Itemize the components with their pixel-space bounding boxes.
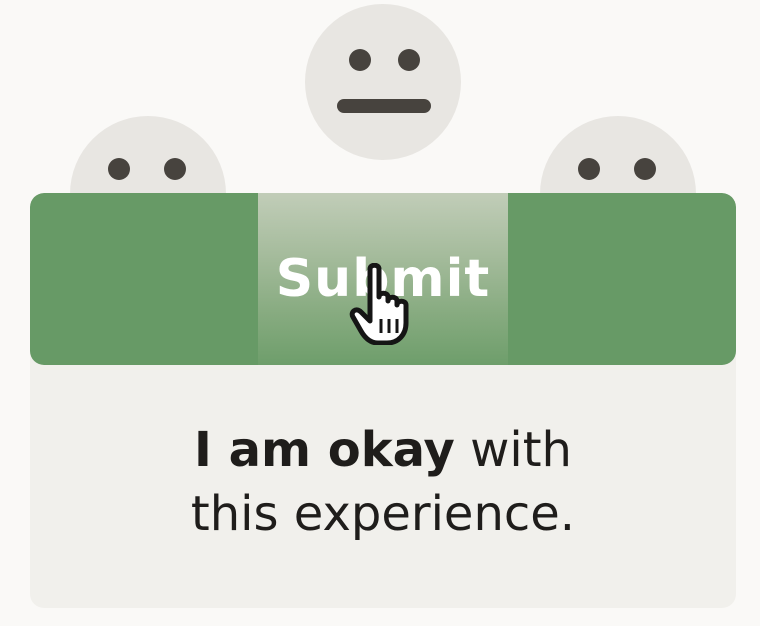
flat-mouth bbox=[337, 99, 431, 113]
left-eye bbox=[108, 158, 130, 180]
message-line1-rest: with bbox=[454, 422, 572, 478]
feedback-message: I am okay with this experience. bbox=[30, 418, 736, 546]
message-line2: this experience. bbox=[190, 486, 576, 542]
left-eye bbox=[349, 49, 371, 71]
message-emphasis: I am okay bbox=[194, 422, 455, 478]
right-eye bbox=[634, 158, 656, 180]
right-eye bbox=[398, 49, 420, 71]
neutral-face-icon bbox=[305, 4, 461, 160]
left-eye bbox=[578, 158, 600, 180]
right-eye bbox=[164, 158, 186, 180]
hand-pointer-icon bbox=[349, 263, 409, 345]
